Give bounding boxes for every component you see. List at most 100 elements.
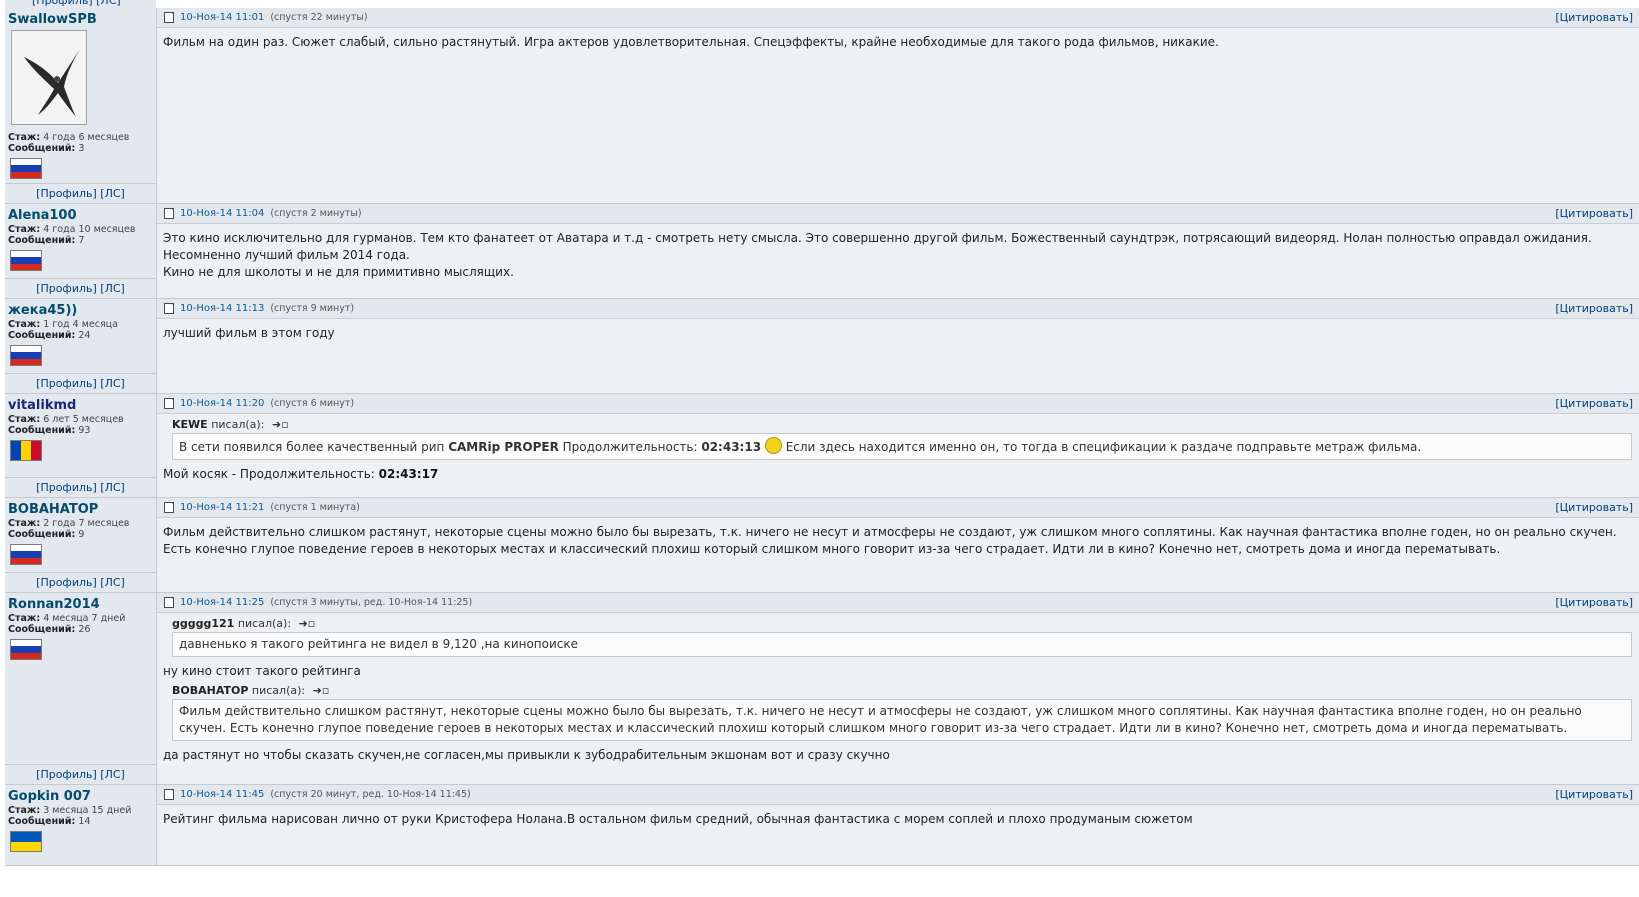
russia-flag-icon <box>10 158 42 179</box>
quote-header: BOBAHATOP писал(а): ➜▫ <box>172 684 1639 697</box>
username[interactable]: жека45)) <box>8 303 156 319</box>
quote-button[interactable]: [Цитировать] <box>1555 397 1633 410</box>
post-content: 10-Ноя-14 11:20 (спустя 6 минут) [Цитиро… <box>157 394 1639 497</box>
post-body: да растянут но чтобы сказать скучен,не с… <box>157 747 1639 768</box>
pm-link[interactable]: [ЛС] <box>100 377 125 390</box>
quote-duration: 02:43:13 <box>701 440 762 454</box>
post-icon <box>164 12 174 23</box>
quote-button[interactable]: [Цитировать] <box>1555 11 1633 24</box>
post-author-panel: жека45)) Стаж: 1 год 4 месяца Сообщений:… <box>5 299 157 393</box>
post-body: Рейтинг фильма нарисован лично от руки К… <box>157 805 1639 832</box>
profile-link[interactable]: [Профиль] <box>36 481 97 494</box>
user-tenure: Стаж: 4 года 6 месяцев <box>8 132 130 143</box>
quote-button[interactable]: [Цитировать] <box>1555 207 1633 220</box>
post-content: 10-Ноя-14 11:01 (спустя 22 минуты) [Цити… <box>157 8 1639 203</box>
username[interactable]: Gopkin 007 <box>8 789 156 805</box>
post-text: да растянут но чтобы сказать скучен,не с… <box>163 748 890 762</box>
quote-box: В сети появился более качественный рип C… <box>172 433 1632 460</box>
post-date-link[interactable]: 10-Ноя-14 11:13 <box>180 303 264 314</box>
user-links: [Профиль] [ЛС] <box>5 764 156 784</box>
post: Gopkin 007 Стаж: 3 месяца 15 дней Сообще… <box>5 785 1639 866</box>
post: Alena100 Стаж: 4 года 10 месяцев Сообщен… <box>5 204 1639 299</box>
post-meta: (спустя 22 минуты) <box>270 12 368 23</box>
user-tenure: Стаж: 4 месяца 7 дней <box>8 613 126 624</box>
quote-header: ggggg121 писал(а): ➜▫ <box>172 617 1639 630</box>
post-date-link[interactable]: 10-Ноя-14 11:01 <box>180 12 264 23</box>
post-date-link[interactable]: 10-Ноя-14 11:45 <box>180 789 264 800</box>
post-author-panel: BOBAHATOP Стаж: 2 года 7 месяцев Сообщен… <box>5 498 157 592</box>
user-links: [Профиль] [ЛС] <box>5 373 156 393</box>
quote-author: BOBAHATOP <box>172 684 249 697</box>
user-links: [Профиль] [ЛС] <box>5 183 156 203</box>
goto-arrow-icon[interactable]: ➜▫ <box>299 617 316 630</box>
pm-link[interactable]: [ЛС] <box>100 768 125 781</box>
profile-link[interactable]: [Профиль] <box>36 576 97 589</box>
profile-link[interactable]: [Профиль] <box>36 768 97 781</box>
post-meta: (спустя 20 минут, ред. 10-Ноя-14 11:45) <box>270 789 471 800</box>
post-date-link[interactable]: 10-Ноя-14 11:04 <box>180 208 264 219</box>
russia-flag-icon <box>10 250 42 271</box>
post-icon <box>164 398 174 409</box>
user-message-count: Сообщений: 7 <box>8 235 85 246</box>
quote-button[interactable]: [Цитировать] <box>1555 302 1633 315</box>
post-text: Это кино исключительно для гурманов. Тем… <box>163 231 1592 245</box>
post-header: 10-Ноя-14 11:01 (спустя 22 минуты) [Цити… <box>157 8 1639 28</box>
quote-button[interactable]: [Цитировать] <box>1555 596 1633 609</box>
user-message-count: Сообщений: 14 <box>8 816 91 827</box>
goto-arrow-icon[interactable]: ➜▫ <box>313 684 330 697</box>
post: vitalikmd Стаж: 6 лет 5 месяцев Сообщени… <box>5 394 1639 498</box>
username[interactable]: BOBAHATOP <box>8 502 156 518</box>
post-text: Мой косяк - Продолжительность: 02:43:17 <box>163 467 439 481</box>
post: Ronnan2014 Стаж: 4 месяца 7 дней Сообщен… <box>5 593 1639 785</box>
post-text: Кино не для школоты и не для примитивно … <box>163 265 514 279</box>
post-content: 10-Ноя-14 11:21 (спустя 1 минута) [Цитир… <box>157 498 1639 592</box>
post-body: Мой косяк - Продолжительность: 02:43:17 <box>157 466 1639 487</box>
quote-box: давненько я такого рейтинга не видел в 9… <box>172 632 1632 657</box>
username[interactable]: vitalikmd <box>8 398 156 414</box>
profile-link[interactable]: [Профиль] <box>36 377 97 390</box>
post-header: 10-Ноя-14 11:13 (спустя 9 минут) [Цитиро… <box>157 299 1639 319</box>
quote-box: Фильм действительно слишком растянут, не… <box>172 699 1632 741</box>
user-tenure: Стаж: 3 месяца 15 дней <box>8 805 132 816</box>
user-message-count: Сообщений: 93 <box>8 425 91 436</box>
post-date-link[interactable]: 10-Ноя-14 11:21 <box>180 502 264 513</box>
post-header: 10-Ноя-14 11:45 (спустя 20 минут, ред. 1… <box>157 785 1639 805</box>
pm-link[interactable]: [ЛС] <box>100 187 125 200</box>
quote-button[interactable]: [Цитировать] <box>1555 788 1633 801</box>
russia-flag-icon <box>10 544 42 565</box>
user-links: [Профиль] [ЛС] <box>5 572 156 592</box>
ukraine-flag-icon <box>10 831 42 852</box>
post: SwallowSPB Стаж: 4 года 6 месяцев Сообще… <box>5 8 1639 204</box>
username[interactable]: Ronnan2014 <box>8 597 156 613</box>
user-message-count: Сообщений: 3 <box>8 143 85 154</box>
profile-link[interactable]: [Профиль] [ЛС] <box>32 0 121 7</box>
pm-link[interactable]: [ЛС] <box>100 282 125 295</box>
post-body: лучший фильм в этом году <box>157 319 1639 346</box>
username[interactable]: SwallowSPB <box>8 12 156 28</box>
quote-author: ggggg121 <box>172 617 235 630</box>
post-meta: (спустя 3 минуты, ред. 10-Ноя-14 11:25) <box>270 597 473 608</box>
post: жека45)) Стаж: 1 год 4 месяца Сообщений:… <box>5 299 1639 394</box>
pm-link[interactable]: [ЛС] <box>100 481 125 494</box>
profile-link[interactable]: [Профиль] <box>36 282 97 295</box>
quote-bold-text: CAMRip PROPER <box>448 440 559 454</box>
profile-link[interactable]: [Профиль] <box>36 187 97 200</box>
post-meta: (спустя 9 минут) <box>270 303 355 314</box>
goto-arrow-icon[interactable]: ➜▫ <box>272 418 289 431</box>
quote-wrote-label: писал(а): <box>237 617 292 630</box>
post-content: 10-Ноя-14 11:45 (спустя 20 минут, ред. 1… <box>157 785 1639 865</box>
user-message-count: Сообщений: 9 <box>8 529 85 540</box>
pm-link[interactable]: [ЛС] <box>100 576 125 589</box>
user-tenure: Стаж: 4 года 10 месяцев <box>8 224 136 235</box>
post-date-link[interactable]: 10-Ноя-14 11:25 <box>180 597 264 608</box>
quote-button[interactable]: [Цитировать] <box>1555 501 1633 514</box>
swallow-avatar <box>11 30 87 125</box>
username[interactable]: Alena100 <box>8 208 156 224</box>
post-author-panel: vitalikmd Стаж: 6 лет 5 месяцев Сообщени… <box>5 394 157 497</box>
post-body: Это кино исключительно для гурманов. Тем… <box>157 224 1639 285</box>
user-message-count: Сообщений: 24 <box>8 330 91 341</box>
post-icon <box>164 789 174 800</box>
post-text: ну кино стоит такого рейтинга <box>163 664 361 678</box>
post-content: 10-Ноя-14 11:25 (спустя 3 минуты, ред. 1… <box>157 593 1639 784</box>
post-date-link[interactable]: 10-Ноя-14 11:20 <box>180 398 264 409</box>
